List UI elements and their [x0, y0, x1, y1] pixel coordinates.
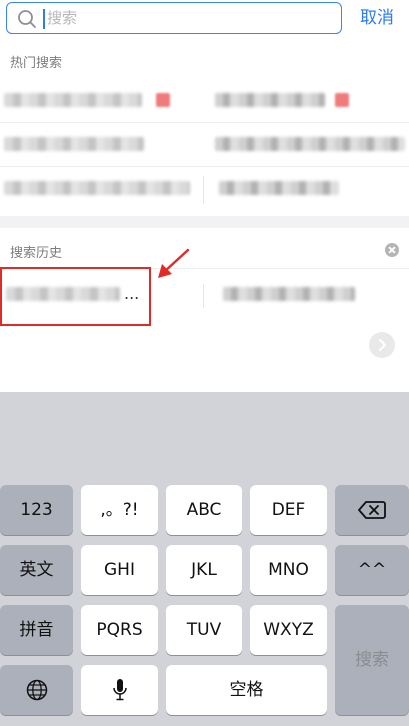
microphone-icon [112, 679, 127, 701]
key-wxyz[interactable]: WXYZ [250, 605, 327, 655]
hot-search-title: 热门搜索 [10, 56, 63, 71]
microphone-key[interactable] [81, 665, 158, 715]
more-history-button[interactable] [369, 332, 395, 358]
key-abc[interactable]: ABC [166, 485, 242, 535]
hot-badge [335, 93, 349, 107]
history-item[interactable] [205, 272, 409, 320]
key-jkl[interactable]: JKL [166, 545, 242, 595]
search-input[interactable]: 搜索 [6, 2, 342, 34]
hot-search-item[interactable] [205, 166, 409, 210]
hot-search-item[interactable] [0, 166, 204, 210]
key-pinyin[interactable]: 拼音 [0, 605, 73, 655]
divider [0, 122, 409, 123]
hot-search-item[interactable] [205, 122, 409, 166]
globe-icon [26, 679, 47, 701]
key-tuv[interactable]: TUV [166, 605, 242, 655]
search-icon [18, 10, 36, 28]
keyboard: 123 ,。?! ABC DEF 英文 GHI JKL MNO ^^ 拼音 PQ… [0, 392, 409, 726]
key-emoticon[interactable]: ^^ [335, 545, 409, 595]
key-english[interactable]: 英文 [0, 545, 73, 595]
backspace-icon [358, 501, 386, 519]
clear-history-icon[interactable] [385, 243, 399, 257]
divider [203, 284, 204, 308]
key-punctuation[interactable]: ,。?! [81, 485, 158, 535]
key-123[interactable]: 123 [0, 485, 73, 535]
hot-badge [156, 93, 170, 107]
text-caret [43, 9, 45, 29]
space-key[interactable]: 空格 [166, 665, 327, 715]
key-def[interactable]: DEF [250, 485, 327, 535]
hot-search-item[interactable] [0, 78, 204, 122]
hot-search-grid [0, 78, 409, 210]
annotation-highlight-box [0, 267, 151, 326]
search-placeholder: 搜索 [47, 9, 78, 27]
globe-key[interactable] [0, 665, 73, 715]
annotation-arrow-icon [158, 248, 190, 278]
key-ghi[interactable]: GHI [81, 545, 158, 595]
cancel-button[interactable]: 取消 [352, 3, 402, 33]
divider [0, 166, 409, 167]
hot-search-item[interactable] [0, 122, 204, 166]
chevron-right-icon [379, 339, 386, 351]
hot-search-item[interactable] [205, 78, 409, 122]
section-separator [0, 216, 409, 228]
divider [203, 176, 204, 204]
key-mno[interactable]: MNO [250, 545, 327, 595]
search-key[interactable]: 搜索 [335, 605, 409, 715]
history-title: 搜索历史 [10, 246, 63, 261]
backspace-key[interactable] [335, 485, 409, 535]
search-header: 搜索 取消 [0, 0, 409, 42]
key-pqrs[interactable]: PQRS [81, 605, 158, 655]
